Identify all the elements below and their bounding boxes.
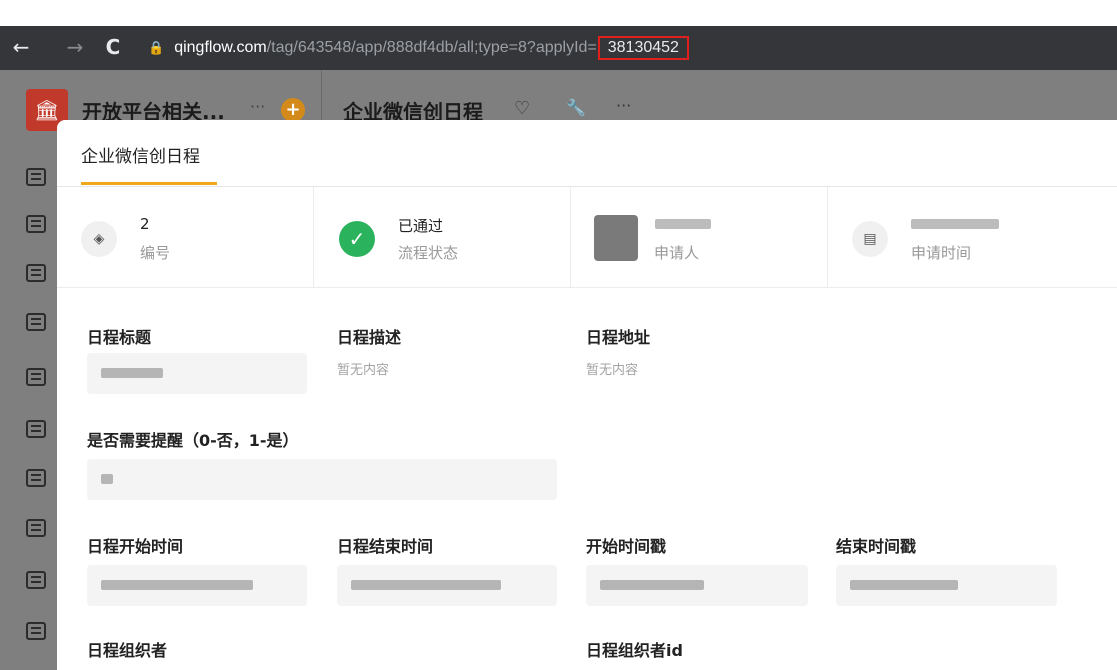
organizer-id-field-label: 日程组织者id: [586, 641, 683, 660]
address-bar[interactable]: 🔒 qingflow.com /tag/643548/app/888df4db/…: [148, 36, 689, 60]
title-field-label: 日程标题: [87, 328, 152, 347]
applicant-value-redacted: [655, 215, 711, 233]
forward-icon[interactable]: →: [58, 35, 92, 59]
start-ts-field-value-redacted: [586, 565, 808, 606]
url-apply-id-highlight: 38130452: [597, 36, 689, 60]
summary-status: ✓ 已通过 流程状态: [314, 187, 571, 288]
sidebar-form-icon[interactable]: [26, 519, 46, 537]
remind-field-value-redacted: [87, 459, 557, 500]
summary-number: ◈ 2 编号: [57, 187, 314, 288]
sidebar-form-icon[interactable]: [26, 571, 46, 589]
sidebar-form-icon[interactable]: [26, 469, 46, 487]
number-label: 编号: [140, 244, 171, 262]
sidebar-form-icon[interactable]: [26, 313, 46, 331]
organizer-field-label: 日程组织者: [87, 641, 168, 660]
end-ts-field-label: 结束时间戳: [836, 537, 917, 556]
back-icon[interactable]: ←: [4, 35, 38, 59]
tab-active-indicator: [81, 182, 217, 185]
sidebar-form-icon[interactable]: [26, 420, 46, 438]
desc-field-empty: 暂无内容: [337, 363, 390, 378]
approved-check-icon: ✓: [339, 221, 375, 257]
start-time-field-value-redacted: [87, 565, 307, 606]
end-time-field-label: 日程结束时间: [337, 537, 434, 556]
summary-apply-time: ▤ 申请时间: [828, 187, 1117, 288]
favorite-icon[interactable]: ♡: [514, 98, 530, 119]
number-icon: ◈: [81, 221, 117, 257]
number-value: 2: [140, 215, 150, 233]
applicant-label: 申请人: [654, 244, 700, 262]
apply-time-label: 申请时间: [911, 244, 972, 262]
end-time-field-value-redacted: [337, 565, 557, 606]
url-path: /tag/643548/app/888df4db/all;type=8?appl…: [266, 39, 597, 56]
apply-time-value-redacted: [911, 215, 999, 233]
settings-icon[interactable]: 🔧: [566, 98, 586, 117]
apply-time-icon: ▤: [852, 221, 888, 257]
start-time-field-label: 日程开始时间: [87, 537, 184, 556]
start-ts-field-label: 开始时间戳: [586, 537, 667, 556]
sidebar-form-icon[interactable]: [26, 264, 46, 282]
sidebar-form-icon[interactable]: [26, 368, 46, 386]
record-detail-modal: 企业微信创日程 ◈ 2 编号 ✓ 已通过 流程状态 申请人 ▤ 申请时间 日程标…: [57, 120, 1117, 670]
applicant-avatar: [594, 215, 638, 261]
addr-field-label: 日程地址: [586, 328, 651, 347]
header-divider: [321, 70, 322, 122]
url-domain: qingflow.com: [174, 39, 267, 56]
workspace-more-icon[interactable]: ···: [250, 97, 265, 116]
sidebar-form-icon[interactable]: [26, 168, 46, 186]
add-icon[interactable]: +: [281, 98, 305, 122]
sidebar-form-icon[interactable]: [26, 215, 46, 233]
record-summary-row: ◈ 2 编号 ✓ 已通过 流程状态 申请人 ▤ 申请时间: [57, 187, 1117, 288]
tab-record-detail[interactable]: 企业微信创日程: [81, 142, 200, 167]
more-icon[interactable]: ···: [616, 96, 631, 115]
window-top-strip: [0, 0, 1117, 26]
desc-field-label: 日程描述: [337, 328, 402, 347]
summary-applicant: 申请人: [571, 187, 828, 288]
status-label: 流程状态: [398, 244, 459, 262]
sidebar-form-icon[interactable]: [26, 622, 46, 640]
end-ts-field-value-redacted: [836, 565, 1057, 606]
lock-icon: 🔒: [148, 40, 165, 55]
addr-field-empty: 暂无内容: [586, 363, 639, 378]
browser-toolbar: ← → C 🔒 qingflow.com /tag/643548/app/888…: [0, 26, 1117, 70]
status-value: 已通过: [398, 217, 444, 235]
reload-icon[interactable]: C: [96, 35, 130, 59]
title-field-value-redacted: [87, 353, 307, 394]
remind-field-label: 是否需要提醒（0-否，1-是）: [87, 431, 299, 450]
